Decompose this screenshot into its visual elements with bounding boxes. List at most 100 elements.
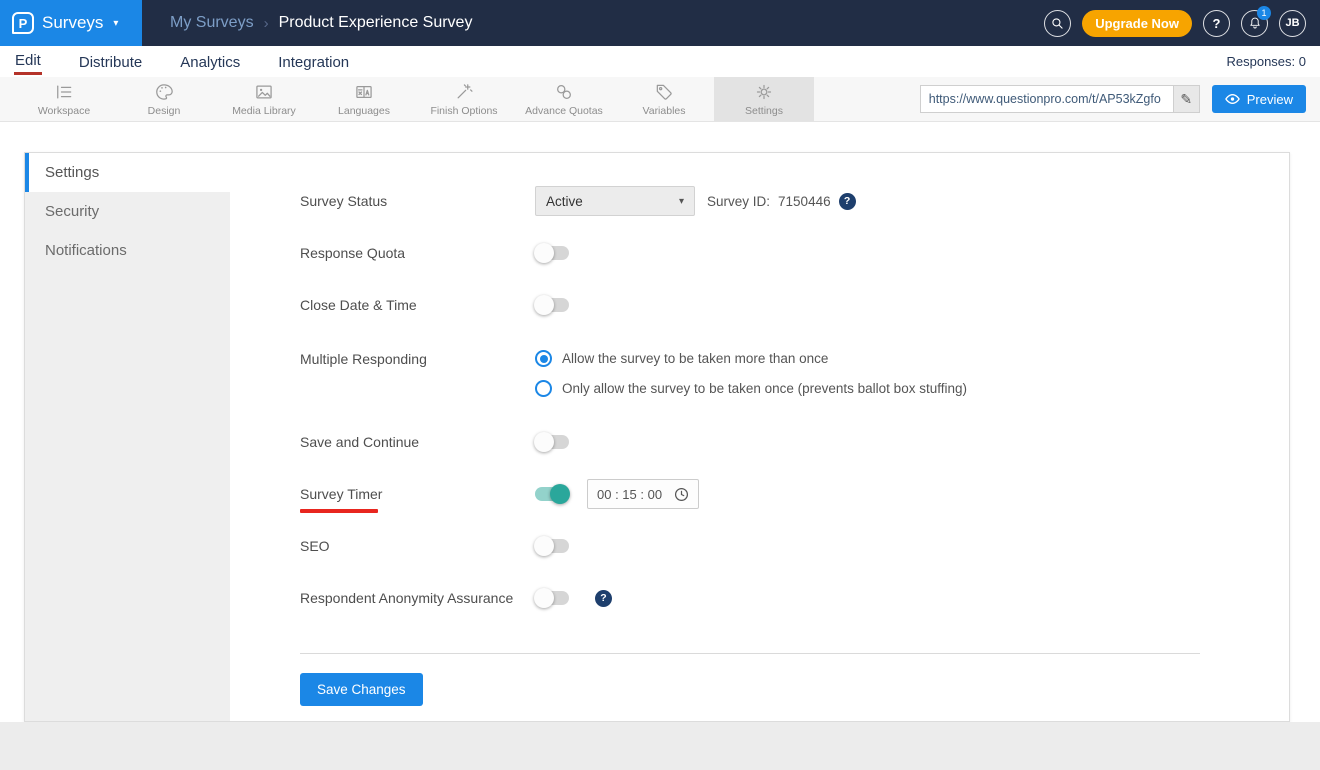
seo-row: SEO	[300, 531, 1289, 561]
survey-id-group: Survey ID: 7150446 ?	[707, 192, 856, 210]
radio-option-multiple-allowed[interactable]: Allow the survey to be taken more than o…	[535, 350, 967, 367]
sidebar-item-security[interactable]: Security	[25, 192, 230, 231]
survey-timer-underline-annotation	[300, 509, 378, 513]
sidebar-item-settings[interactable]: Settings	[25, 153, 230, 192]
survey-id-help-icon[interactable]: ?	[838, 192, 856, 210]
tab-integration[interactable]: Integration	[277, 50, 350, 74]
respondent-anonymity-label: Respondent Anonymity Assurance	[300, 590, 514, 606]
toolbar-item-variables[interactable]: Variables	[614, 77, 714, 121]
response-quota-label: Response Quota	[300, 245, 406, 261]
radio-option-label[interactable]: Allow the survey to be taken more than o…	[562, 351, 828, 366]
topbar: P Surveys ▾ My Surveys › Product Experie…	[0, 0, 1320, 46]
toolbar-item-label: Media Library	[232, 104, 296, 117]
survey-status-select[interactable]: Active ▾	[535, 186, 695, 216]
quota-links-icon	[557, 84, 571, 99]
notifications-button[interactable]: 1	[1241, 5, 1271, 37]
tab-distribute[interactable]: Distribute	[78, 50, 143, 74]
question-mark-icon: ?	[1212, 15, 1221, 31]
seo-label: SEO	[300, 538, 330, 554]
save-changes-button[interactable]: Save Changes	[300, 673, 423, 706]
save-and-continue-row: Save and Continue	[300, 427, 1289, 457]
toolbar-item-design[interactable]: Design	[114, 77, 214, 121]
response-quota-row: Response Quota	[300, 238, 1289, 268]
survey-status-label: Survey Status	[300, 193, 388, 209]
survey-url-field: https://www.questionpro.com/t/AP53kZgfo …	[919, 85, 1200, 113]
avatar-initials: JB	[1285, 17, 1300, 29]
tab-edit[interactable]: Edit	[14, 48, 42, 75]
upgrade-now-button[interactable]: Upgrade Now	[1082, 9, 1192, 37]
toolbar-item-languages[interactable]: Languages	[314, 77, 414, 121]
radio-button[interactable]	[535, 350, 552, 367]
survey-status-value: Active	[546, 193, 583, 209]
survey-timer-time-value: 00 : 15 : 00	[597, 486, 663, 502]
breadcrumb-separator-icon: ›	[263, 14, 269, 32]
questionpro-logo-icon: P	[12, 12, 34, 34]
survey-timer-toggle[interactable]	[535, 484, 570, 504]
preview-button-label: Preview	[1246, 91, 1293, 107]
palette-icon	[156, 83, 173, 100]
notification-badge: 1	[1257, 5, 1271, 20]
radio-button[interactable]	[535, 380, 552, 397]
breadcrumb-my-surveys[interactable]: My Surveys	[170, 14, 254, 32]
toggle-knob	[550, 484, 570, 504]
toolbar-item-label: Workspace	[37, 104, 91, 117]
main-nav: Edit Distribute Analytics Integration Re…	[0, 46, 1320, 77]
brand-menu[interactable]: P Surveys ▾	[0, 0, 142, 46]
toolbar-item-label: Settings	[745, 104, 783, 117]
tab-analytics[interactable]: Analytics	[179, 50, 241, 74]
save-and-continue-toggle[interactable]	[534, 432, 569, 452]
toolbar-item-label: Advance Quotas	[525, 104, 603, 117]
page-content: Settings Security Notifications Survey S…	[0, 122, 1320, 722]
seo-toggle[interactable]	[534, 536, 569, 556]
topbar-actions: Upgrade Now ? 1 JB	[1044, 5, 1320, 37]
survey-url-input[interactable]: https://www.questionpro.com/t/AP53kZgfo	[921, 92, 1173, 106]
edit-toolbar: Workspace Design Media Library Languages…	[0, 77, 1320, 122]
response-quota-toggle[interactable]	[534, 243, 569, 263]
close-date-time-toggle[interactable]	[534, 295, 569, 315]
magic-wand-icon	[457, 83, 473, 98]
settings-card: Settings Security Notifications Survey S…	[24, 152, 1290, 722]
save-and-continue-label: Save and Continue	[300, 434, 420, 450]
survey-timer-time-input[interactable]: 00 : 15 : 00	[587, 479, 699, 509]
toolbar-item-workspace[interactable]: Workspace	[14, 77, 114, 121]
chevron-down-icon: ▾	[113, 17, 119, 29]
toolbar-item-media-library[interactable]: Media Library	[214, 77, 314, 121]
toggle-knob	[534, 588, 554, 608]
responses-count: Responses: 0	[1226, 54, 1307, 69]
workspace-icon	[57, 85, 72, 98]
toolbar-item-label: Design	[147, 104, 181, 117]
sidebar-item-notifications[interactable]: Notifications	[25, 231, 230, 270]
toggle-knob	[534, 243, 554, 263]
form-divider	[300, 653, 1200, 654]
survey-id-label: Survey ID:	[707, 193, 771, 209]
help-button[interactable]: ?	[1203, 9, 1230, 37]
radio-option-once-only[interactable]: Only allow the survey to be taken once (…	[535, 380, 967, 397]
pencil-icon: ✎	[1180, 90, 1193, 107]
toolbar-item-label: Languages	[338, 104, 390, 117]
multiple-responding-row: Multiple Responding Allow the survey to …	[300, 350, 1289, 397]
edit-url-button[interactable]: ✎	[1172, 86, 1199, 112]
anonymity-help-icon[interactable]: ?	[595, 589, 612, 607]
avatar[interactable]: JB	[1279, 9, 1306, 37]
toolbar-item-settings[interactable]: Settings	[714, 77, 814, 121]
search-button[interactable]	[1044, 9, 1072, 37]
survey-timer-label-text: Survey Timer	[300, 486, 383, 502]
preview-button[interactable]: Preview	[1211, 85, 1306, 113]
chevron-down-icon: ▾	[678, 195, 684, 207]
multiple-responding-label: Multiple Responding	[300, 351, 427, 367]
toolbar-item-advance-quotas[interactable]: Advance Quotas	[514, 77, 614, 121]
close-date-time-row: Close Date & Time	[300, 290, 1289, 320]
eye-icon	[1224, 94, 1240, 104]
survey-id-value: 7150446	[778, 193, 831, 209]
toolbar-item-label: Finish Options	[430, 104, 498, 117]
breadcrumb-current-survey: Product Experience Survey	[278, 14, 473, 31]
search-icon	[1052, 17, 1063, 29]
survey-timer-row: Survey Timer 00 : 15 : 00	[300, 479, 1289, 513]
respondent-anonymity-toggle[interactable]	[534, 588, 569, 608]
radio-option-label[interactable]: Only allow the survey to be taken once (…	[562, 381, 967, 396]
gear-icon	[756, 84, 772, 99]
toggle-knob	[534, 295, 554, 315]
toolbar-item-finish-options[interactable]: Finish Options	[414, 77, 514, 121]
multiple-responding-options: Allow the survey to be taken more than o…	[535, 350, 967, 397]
toggle-knob	[534, 432, 554, 452]
